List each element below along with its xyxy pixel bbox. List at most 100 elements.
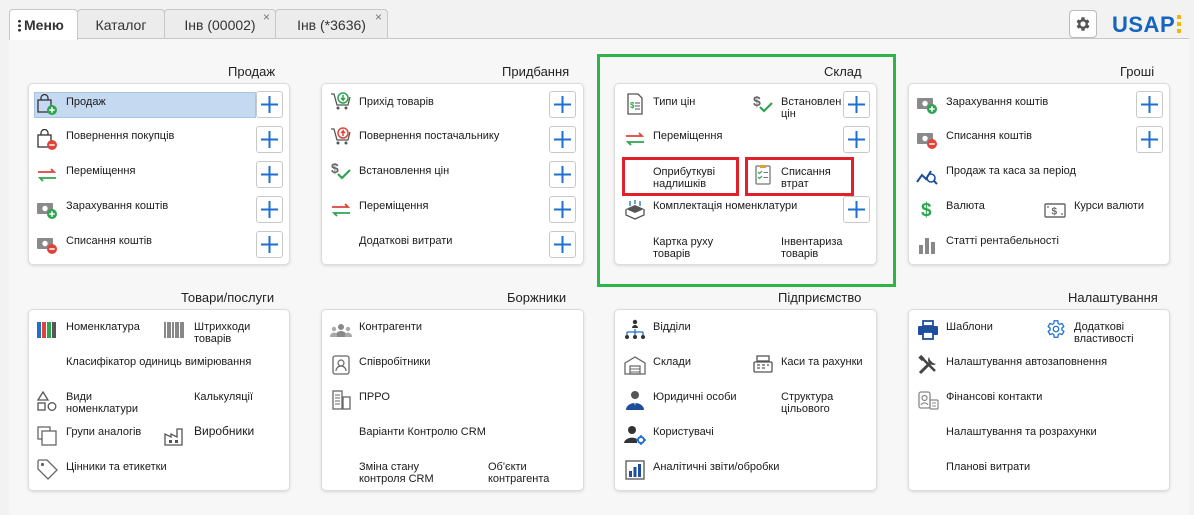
brand-accent-icon [1177, 15, 1182, 33]
shapes-icon [36, 390, 58, 412]
menu-item-manufacturers[interactable]: Виробники [194, 425, 254, 437]
menu-item-sale[interactable]: Продаж [66, 96, 106, 108]
section-title-tovary: Товари/послуги [181, 290, 275, 305]
bag-plus-icon [36, 94, 58, 116]
add-set-prices-button[interactable] [549, 161, 576, 188]
menu-item-price-tags[interactable]: Цінники та етикетки [66, 461, 167, 473]
menu-item-target-structure[interactable]: Структура цільового [781, 391, 851, 415]
section-title-nalashtuvannia: Налаштування [1068, 290, 1158, 305]
add-extra-costs-button[interactable] [549, 231, 576, 258]
menu-item-planned-costs[interactable]: Планові витрати [946, 461, 1030, 473]
add-funds-income-button[interactable] [1136, 91, 1163, 118]
plus-icon [261, 96, 278, 113]
annotation-red-box-surplus [622, 157, 739, 196]
menu-item-autofill-settings[interactable]: Налаштування автозаповнення [946, 356, 1107, 368]
cog-outline-icon [1045, 318, 1067, 340]
dollar-icon: $ [916, 198, 938, 220]
brand-logo: USAP [1112, 12, 1182, 38]
plus-icon [554, 166, 571, 183]
menu-item-warehouses[interactable]: Склади [653, 356, 691, 368]
plus-icon [554, 96, 571, 113]
tools-icon [917, 354, 939, 376]
tab-label: Інв (*3636) [297, 16, 366, 33]
chart-search-icon [916, 164, 938, 186]
svg-text:$: $ [921, 200, 932, 220]
menu-item-units-classifier[interactable]: Класифікатор одиниць вимірювання [66, 356, 251, 368]
transfer-arrows-icon [36, 164, 58, 186]
close-icon[interactable]: × [375, 11, 382, 23]
gear-icon [1076, 17, 1090, 31]
menu-item-users[interactable]: Користувачі [653, 426, 714, 438]
tab-menu[interactable]: Меню [9, 9, 78, 40]
menu-item-crm-state-change[interactable]: Зміна стану контроля CRM [359, 461, 449, 485]
menu-item-extra-properties[interactable]: Додаткові властивості [1074, 321, 1154, 345]
transfer-arrows-icon [330, 199, 352, 221]
tab-inv-3636[interactable]: Інв (*3636) × [275, 9, 388, 39]
menu-item-counterparty-objects[interactable]: Об'єкти контрагента [488, 461, 563, 485]
svg-text:$: $ [331, 160, 339, 176]
tab-bar: Меню Каталог Інв (00002) × Інв (*3636) × U… [0, 0, 1194, 40]
menu-item-goods-receipt[interactable]: Прихід товарів [359, 96, 434, 108]
add-sale-button[interactable] [256, 91, 283, 118]
add-supplier-return-button[interactable] [549, 126, 576, 153]
menu-item-extra-costs[interactable]: Додаткові витрати [359, 235, 452, 247]
menu-item-departments[interactable]: Відділи [653, 321, 691, 333]
add-funds-writeoff-button[interactable] [1136, 126, 1163, 153]
menu-item-nomenclature-types[interactable]: Види номенклатури [66, 391, 146, 415]
add-move-button[interactable] [256, 161, 283, 188]
plus-icon [554, 236, 571, 253]
bar-chart-icon [916, 234, 938, 256]
org-chart-icon [624, 319, 646, 341]
menu-item-funds-income[interactable]: Зарахування коштів [66, 200, 168, 212]
menu-item-move[interactable]: Переміщення [359, 200, 428, 212]
printer-icon [917, 319, 939, 341]
money-in-icon [916, 94, 938, 116]
menu-item-move[interactable]: Переміщення [66, 165, 135, 177]
settings-button[interactable] [1069, 10, 1097, 38]
menu-item-legal-entities[interactable]: Юридичні особи [653, 391, 737, 403]
menu-item-funds-writeoff[interactable]: Списання коштів [946, 130, 1032, 142]
menu-item-calculations[interactable]: Калькуляції [194, 391, 253, 403]
menu-item-funds-writeoff[interactable]: Списання коштів [66, 235, 152, 247]
price-tag-icon [36, 458, 58, 480]
menu-item-barcodes[interactable]: Штрихкоди товарів [194, 321, 264, 345]
menu-item-counterparties[interactable]: Контрагенти [359, 321, 422, 333]
menu-item-cash-accounts[interactable]: Каси та рахунки [781, 356, 863, 368]
add-move-button[interactable] [549, 196, 576, 223]
finance-contact-icon [917, 389, 939, 411]
menu-item-sales-cash-period[interactable]: Продаж та каса за період [946, 165, 1076, 177]
add-customer-return-button[interactable] [256, 126, 283, 153]
tab-inv-00002[interactable]: Інв (00002) × [164, 9, 276, 39]
menu-item-crm-variants[interactable]: Варіанти Контролю CRM [359, 426, 486, 438]
menu-item-exchange-rates[interactable]: Курси валюти [1074, 200, 1144, 212]
close-icon[interactable]: × [263, 11, 270, 23]
menu-item-prro[interactable]: ПРРО [359, 391, 390, 403]
add-funds-writeoff-button[interactable] [256, 231, 283, 258]
cart-in-icon [330, 90, 352, 112]
section-title-borzhnyky: Боржники [507, 290, 567, 305]
menu-item-customer-returns[interactable]: Повернення покупців [66, 130, 174, 142]
plus-icon [554, 201, 571, 218]
menu-item-supplier-return[interactable]: Повернення постачальнику [359, 130, 499, 142]
menu-item-funds-income[interactable]: Зарахування коштів [946, 96, 1048, 108]
add-funds-income-button[interactable] [256, 196, 283, 223]
id-badge-icon [330, 354, 352, 376]
menu-item-set-prices[interactable]: Встановлення цін [359, 165, 449, 177]
money-out-icon [916, 129, 938, 151]
add-goods-receipt-button[interactable] [549, 91, 576, 118]
menu-item-currency[interactable]: Валюта [946, 200, 985, 212]
menu-item-nomenclature[interactable]: Номенклатура [66, 321, 140, 333]
menu-item-analytic-reports[interactable]: Аналітичні звіти/обробки [653, 461, 779, 473]
plus-icon [261, 131, 278, 148]
tab-catalog[interactable]: Каталог [77, 9, 165, 39]
register-icon [752, 353, 774, 375]
menu-item-profitability[interactable]: Статті рентабельності [946, 235, 1059, 247]
menu-item-settings-calculations[interactable]: Налаштування та розрахунки [946, 426, 1097, 438]
menu-item-employees[interactable]: Співробітники [359, 356, 430, 368]
tab-label: Інв (00002) [184, 16, 256, 33]
menu-item-templates[interactable]: Шаблони [946, 321, 993, 333]
brand-name: USAP [1112, 12, 1176, 37]
menu-item-analog-groups[interactable]: Групи аналогів [66, 426, 141, 438]
menu-item-financial-contacts[interactable]: Фінансові контакти [946, 391, 1042, 403]
user-settings-icon [624, 424, 646, 446]
